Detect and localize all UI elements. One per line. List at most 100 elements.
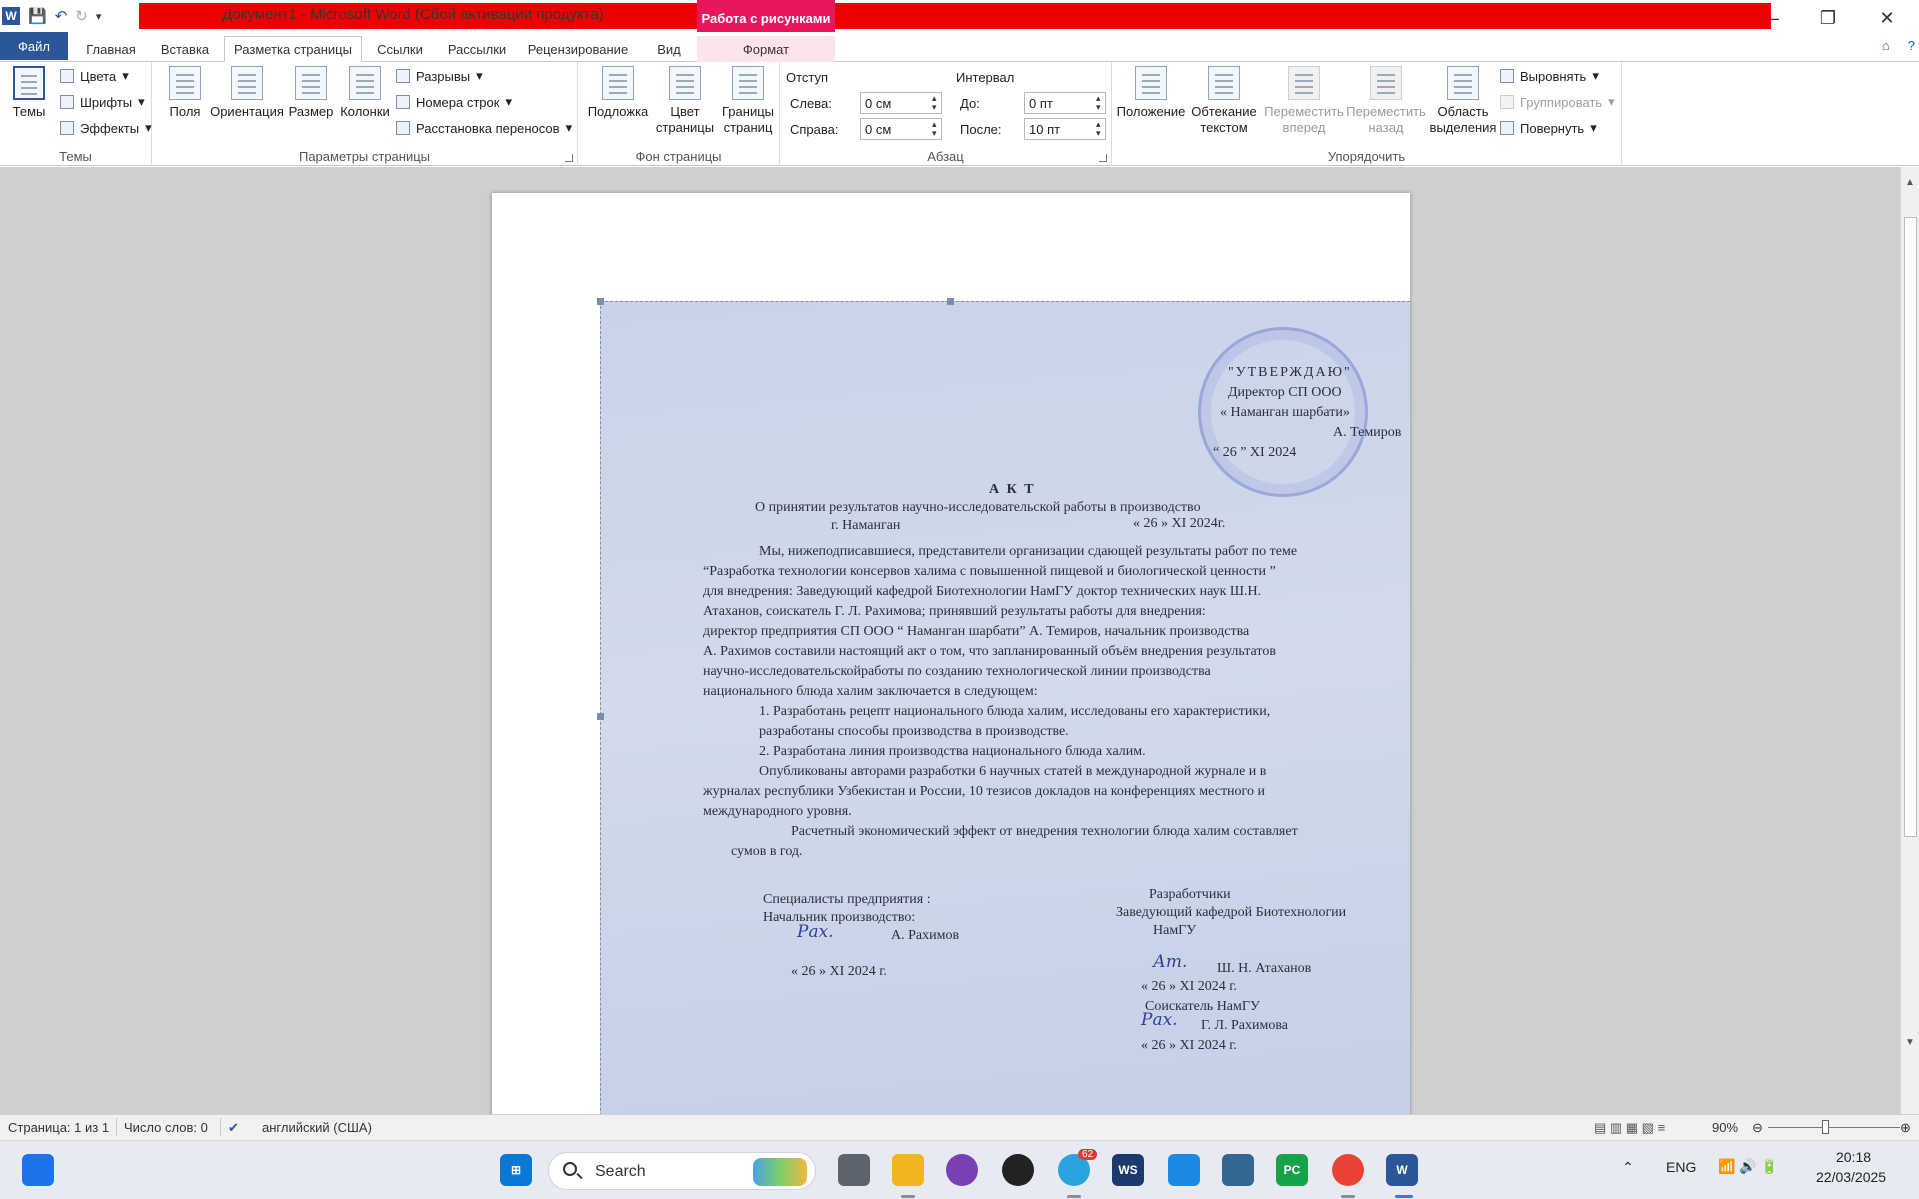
close-button[interactable]: ✕: [1862, 0, 1912, 36]
chrome-icon[interactable]: [1332, 1154, 1364, 1186]
taskbar-search[interactable]: Search: [548, 1152, 816, 1190]
tab-page-layout[interactable]: Разметка страницы: [224, 36, 362, 62]
columns-button[interactable]: Колонки: [336, 66, 394, 120]
network-volume-battery-icon[interactable]: 📶 🔊 🔋: [1718, 1158, 1778, 1175]
page-setup-launcher-icon[interactable]: [565, 154, 573, 162]
hyphenation-button[interactable]: Расстановка переносов ▾: [396, 120, 572, 136]
body-line: Расчетный экономический эффект от внедре…: [791, 824, 1298, 839]
zoom-level[interactable]: 90%: [1712, 1120, 1738, 1135]
minimize-button[interactable]: –: [1749, 0, 1799, 36]
start-icon[interactable]: ⊞: [500, 1154, 532, 1186]
size-button[interactable]: Размер: [282, 66, 340, 120]
proofing-icon[interactable]: ✔: [228, 1120, 239, 1136]
scroll-up-icon[interactable]: ▲: [1905, 177, 1915, 188]
tab-insert[interactable]: Вставка: [152, 36, 218, 62]
bring-forward-button[interactable]: Переместить вперед: [1262, 66, 1346, 136]
widgets-icon[interactable]: [22, 1154, 54, 1186]
customize-qat-icon[interactable]: ▾: [96, 10, 102, 23]
vertical-scrollbar[interactable]: ▲ ▼: [1900, 167, 1919, 1114]
group-objects-button[interactable]: Группировать ▾: [1500, 94, 1615, 110]
minimize-ribbon-icon[interactable]: ⌂: [1882, 38, 1890, 53]
scanned-document-image[interactable]: "УТВЕРЖДАЮ" Директор СП ООО « Наманган ш…: [600, 301, 1410, 1114]
tab-review[interactable]: Рецензирование: [522, 36, 634, 62]
scroll-down-icon[interactable]: ▼: [1905, 1037, 1915, 1048]
breaks-button[interactable]: Разрывы ▾: [396, 68, 483, 84]
tab-home[interactable]: Главная: [76, 36, 146, 62]
indent-right-input[interactable]: 0 см: [860, 118, 942, 140]
watermark-button[interactable]: Подложка: [582, 66, 654, 120]
view-buttons[interactable]: ▤ ▥ ▦ ▧ ≡: [1594, 1120, 1665, 1136]
github-desktop-icon[interactable]: [946, 1154, 978, 1186]
zoom-in-icon[interactable]: ⊕: [1900, 1120, 1911, 1136]
postgresql-icon[interactable]: [1222, 1154, 1254, 1186]
themes-button[interactable]: Темы: [0, 66, 58, 120]
file-explorer-icon[interactable]: [892, 1154, 924, 1186]
word-logo-icon[interactable]: W: [2, 7, 20, 25]
scroll-thumb[interactable]: [1904, 217, 1917, 837]
rotate-button[interactable]: Повернуть ▾: [1500, 120, 1597, 136]
word-taskbar-icon[interactable]: W: [1386, 1154, 1418, 1186]
vscode-icon[interactable]: [1168, 1154, 1200, 1186]
word-count[interactable]: Число слов: 0: [124, 1120, 208, 1135]
page-color-button[interactable]: Цвет страницы: [650, 66, 720, 136]
line-numbers-button[interactable]: Номера строк ▾: [396, 94, 512, 110]
send-backward-button[interactable]: Переместить назад: [1344, 66, 1428, 136]
resize-handle[interactable]: [597, 298, 604, 305]
indent-left-input[interactable]: 0 см: [860, 92, 942, 114]
theme-effects-button[interactable]: Эффекты ▾: [60, 120, 152, 136]
redo-icon[interactable]: ↻: [75, 7, 88, 25]
paragraph-launcher-icon[interactable]: [1099, 154, 1107, 162]
tab-mailings[interactable]: Рассылки: [440, 36, 514, 62]
pycharm-icon[interactable]: PC: [1276, 1154, 1308, 1186]
stamp-date: “ 26 ” XI 2024: [1213, 445, 1297, 460]
zoom-out-icon[interactable]: ⊖: [1752, 1120, 1763, 1136]
right-sign-line: НамГУ: [1153, 923, 1197, 938]
page-borders-button[interactable]: Границы страниц: [716, 66, 780, 136]
spacing-before-input[interactable]: 0 пт: [1024, 92, 1106, 114]
resize-handle[interactable]: [597, 713, 604, 720]
right-sign-line: Разработчики: [1149, 887, 1231, 902]
resize-handle[interactable]: [947, 298, 954, 305]
spacing-after-label: После:: [960, 122, 1002, 137]
selection-pane-button[interactable]: Область выделения: [1428, 66, 1498, 136]
undo-icon[interactable]: ↶: [55, 7, 68, 25]
body-line: “Разработка технологии консервов халима …: [703, 564, 1276, 579]
restore-button[interactable]: ❐: [1803, 0, 1853, 36]
group-page-setup: Поля Ориентация Размер Колонки Разрывы ▾…: [152, 62, 578, 166]
github-icon[interactable]: [1002, 1154, 1034, 1186]
margins-button[interactable]: Поля: [156, 66, 214, 120]
clock-date[interactable]: 22/03/2025: [1816, 1169, 1886, 1185]
tab-file[interactable]: Файл: [0, 32, 68, 60]
selection-pane-icon: [1447, 66, 1479, 100]
position-button[interactable]: Положение: [1116, 66, 1186, 120]
clock-time[interactable]: 20:18: [1836, 1149, 1871, 1165]
stamp-name: А. Темиров: [1333, 425, 1402, 440]
wrap-text-button[interactable]: Обтекание текстом: [1188, 66, 1260, 136]
zoom-knob[interactable]: [1822, 1120, 1829, 1134]
list-item: 2. Разработана линия производства национ…: [759, 744, 1146, 759]
tab-format[interactable]: Формат: [697, 36, 835, 62]
theme-colors-button[interactable]: Цвета ▾: [60, 68, 129, 84]
language[interactable]: английский (США): [262, 1120, 372, 1135]
zoom-slider[interactable]: [1768, 1127, 1900, 1128]
help-icon[interactable]: ?: [1908, 38, 1915, 53]
input-language[interactable]: ENG: [1666, 1159, 1696, 1175]
orientation-button[interactable]: Ориентация: [208, 66, 286, 120]
body-line: Атаханов, соискатель Г. Л. Рахимова; при…: [703, 604, 1206, 619]
spacing-after-input[interactable]: 10 пт: [1024, 118, 1106, 140]
tray-overflow-icon[interactable]: ⌃: [1622, 1159, 1634, 1176]
themes-icon: [13, 66, 45, 100]
save-icon[interactable]: 💾: [28, 7, 47, 25]
left-sign-line: Специалисты предприятия :: [763, 892, 931, 907]
document-page[interactable]: "УТВЕРЖДАЮ" Директор СП ООО « Наманган ш…: [492, 193, 1410, 1114]
document-area: "УТВЕРЖДАЮ" Директор СП ООО « Наманган ш…: [0, 167, 1900, 1114]
webstorm-icon[interactable]: WS: [1112, 1154, 1144, 1186]
page-count[interactable]: Страница: 1 из 1: [8, 1120, 109, 1135]
tab-references[interactable]: Ссылки: [368, 36, 432, 62]
align-button[interactable]: Выровнять ▾: [1500, 68, 1599, 84]
list-item: разработаны способы производства в произ…: [759, 724, 1069, 739]
task-view-icon[interactable]: [838, 1154, 870, 1186]
tab-view[interactable]: Вид: [644, 36, 694, 62]
theme-fonts-button[interactable]: Шрифты ▾: [60, 94, 145, 110]
list-item: 1. Разработань рецепт национального блюд…: [759, 704, 1271, 719]
